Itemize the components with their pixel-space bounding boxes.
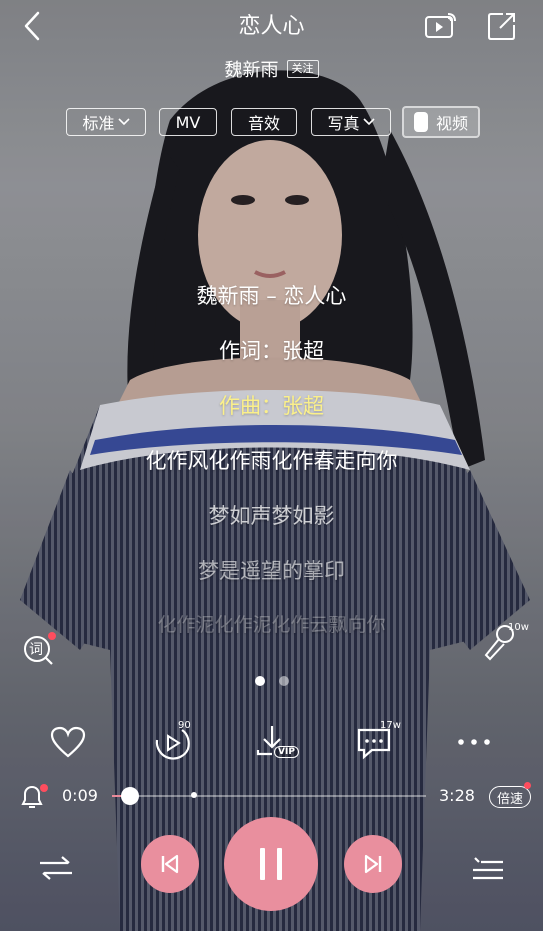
video-play-button[interactable]: 90 — [148, 718, 196, 766]
more-icon — [458, 739, 490, 745]
lyric-line: 化作泥化作泥化作云飘向你 — [157, 614, 386, 636]
download-button[interactable]: VIP — [248, 718, 299, 766]
lyric-search-button[interactable]: 词 — [22, 632, 56, 666]
progress-track[interactable] — [112, 795, 426, 797]
lyric-badge-label: 词 — [29, 642, 43, 658]
video-label: 视频 — [435, 114, 468, 133]
toggle-knob — [413, 112, 428, 132]
chevron-down-icon — [362, 118, 375, 126]
quality-label: 标准 — [82, 114, 115, 133]
lyric-line: 化作风化作雨化作春走向你 — [145, 449, 398, 473]
shuffle-icon — [40, 856, 72, 880]
share-button[interactable] — [484, 8, 520, 44]
karaoke-count: 10w — [508, 622, 529, 633]
sleep-timer-button[interactable] — [16, 782, 48, 812]
play-mode-button[interactable] — [36, 848, 76, 888]
playlist-button[interactable] — [468, 848, 508, 888]
notification-dot — [48, 632, 56, 640]
progress-marker — [191, 792, 197, 798]
external-share-icon — [488, 13, 515, 40]
player-screen: 恋人心 魏新雨 关注 标准 MV 音效 写真 视频 魏新雨 – 恋人心 作词：张… — [0, 0, 543, 931]
sound-effect-label: 音效 — [247, 114, 280, 133]
page-indicator — [0, 676, 543, 686]
karaoke-button[interactable]: 10w — [482, 622, 530, 662]
pause-button[interactable] — [224, 817, 318, 911]
follow-button[interactable]: 关注 — [286, 60, 319, 78]
notification-dot — [40, 784, 48, 792]
previous-icon — [161, 854, 179, 874]
video-toggle-button[interactable]: 视频 — [402, 106, 480, 138]
lyric-line-current: 作曲：张超 — [219, 394, 324, 418]
quality-button[interactable]: 标准 — [66, 108, 146, 136]
next-button[interactable] — [344, 835, 402, 893]
mv-button[interactable]: MV — [159, 108, 217, 136]
playlist-icon — [473, 857, 503, 880]
cast-video-button[interactable] — [422, 8, 460, 44]
current-time: 0:09 — [62, 786, 98, 805]
previous-button[interactable] — [141, 835, 199, 893]
lyric-line: 魏新雨 – 恋人心 — [196, 284, 347, 308]
playback-controls — [0, 817, 543, 920]
chevron-down-icon — [117, 118, 130, 126]
page-dot[interactable] — [278, 676, 289, 686]
vip-badge: VIP — [274, 746, 299, 758]
artist-name[interactable]: 魏新雨 — [225, 56, 279, 82]
sound-effect-button[interactable]: 音效 — [231, 108, 297, 136]
more-button[interactable] — [450, 718, 498, 766]
top-bar: 恋人心 — [0, 0, 543, 54]
speed-button[interactable]: 倍速 — [489, 786, 531, 808]
photo-label: 写真 — [327, 114, 360, 133]
mode-toolbar: 标准 MV 音效 写真 视频 — [0, 106, 543, 140]
pause-icon — [260, 848, 282, 880]
total-time: 3:28 — [439, 786, 475, 805]
action-row: 90 VIP 17w — [0, 718, 543, 766]
lyric-line: 梦如声梦如影 — [208, 504, 335, 528]
progress-thumb[interactable] — [120, 787, 139, 805]
comment-button[interactable]: 17w — [350, 718, 401, 766]
like-button[interactable] — [44, 718, 92, 766]
share-video-icon — [425, 13, 456, 38]
notification-dot — [524, 782, 531, 789]
lyric-line: 梦是遥望的掌印 — [198, 559, 345, 583]
progress-row: 0:09 3:28 倍速 — [0, 780, 543, 812]
photo-button[interactable]: 写真 — [311, 108, 391, 136]
comment-count: 17w — [380, 720, 401, 731]
song-title: 恋人心 — [238, 14, 305, 39]
video-play-count: 90 — [178, 720, 191, 731]
artist-row: 魏新雨 关注 — [0, 56, 543, 82]
mv-label: MV — [175, 112, 201, 132]
heart-icon — [50, 726, 86, 758]
next-icon — [364, 854, 382, 874]
lyric-line: 作词：张超 — [219, 339, 324, 363]
page-dot-active[interactable] — [254, 676, 265, 686]
